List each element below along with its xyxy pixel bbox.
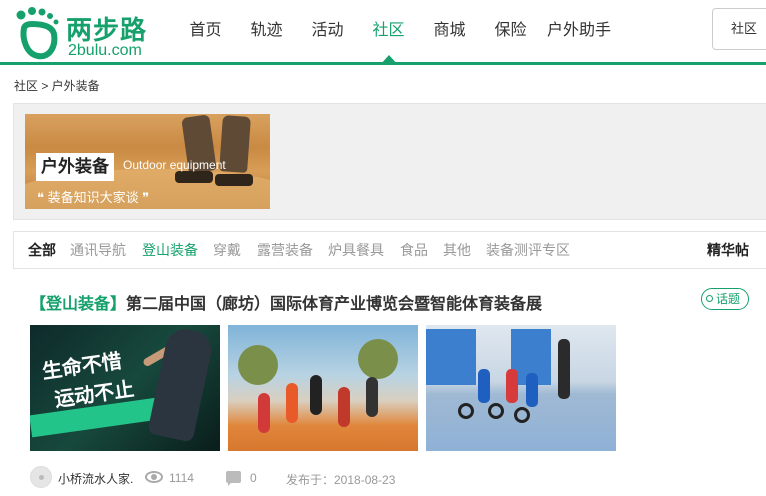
- tab-navigation[interactable]: 通讯导航: [70, 232, 126, 268]
- tab-camping-gear[interactable]: 露营装备: [257, 232, 313, 268]
- child-figure-graphic: [478, 369, 490, 403]
- banner-title: 户外装备: [36, 153, 114, 181]
- main-nav: 首页 轨迹 活动 社区 商城 保险 户外助手: [175, 0, 617, 65]
- post-title-text[interactable]: 第二届中国（廊坊）国际体育产业博览会暨智能体育装备展: [126, 296, 542, 313]
- banner-english-title: Outdoor equipment: [123, 158, 226, 172]
- site-logo[interactable]: 两步路 2bulu.com: [12, 4, 157, 60]
- eye-icon: [145, 471, 163, 483]
- footprint-logo-icon: [16, 7, 59, 60]
- post-category-tag[interactable]: 【登山装备】: [30, 296, 126, 313]
- adult-figure-graphic: [558, 339, 570, 399]
- child-figure-graphic: [366, 377, 378, 417]
- bike-wheel-graphic: [514, 407, 530, 423]
- athlete-figure-graphic: [147, 325, 215, 443]
- nav-home[interactable]: 首页: [175, 0, 236, 62]
- nav-community[interactable]: 社区: [358, 0, 419, 65]
- category-tabs: 全部 通讯导航 登山装备 穿戴 露营装备 炉具餐具 食品 其他 装备测评专区 精…: [13, 231, 766, 269]
- post-title[interactable]: 【登山装备】第二届中国（廊坊）国际体育产业博览会暨智能体育装备展: [30, 290, 542, 314]
- post-thumbnail[interactable]: [426, 325, 616, 451]
- post-meta: 小桥流水人家. 1114 0 发布于：2018-08-23: [30, 466, 430, 488]
- nav-outdoor-assistant[interactable]: 户外助手: [541, 0, 617, 62]
- post-thumbnail[interactable]: [228, 325, 418, 451]
- banner-container: 户外装备 Outdoor equipment ❝ 装备知识大家谈 ❞: [13, 103, 766, 220]
- nav-tracks[interactable]: 轨迹: [236, 0, 297, 62]
- child-figure-graphic: [526, 373, 538, 407]
- tree-graphic: [238, 345, 278, 385]
- child-figure-graphic: [338, 387, 350, 427]
- banner-boot-sole: [175, 171, 213, 183]
- breadcrumb[interactable]: 社区 > 户外装备: [14, 77, 100, 94]
- nav-community-label: 社区: [372, 22, 405, 39]
- topic-badge-label: 话题: [716, 292, 741, 306]
- comment-count: 0: [250, 471, 257, 485]
- nav-insurance[interactable]: 保险: [480, 0, 541, 62]
- site-header: 两步路 2bulu.com 首页 轨迹 活动 社区 商城 保险 户外助手 社区: [0, 0, 766, 65]
- tab-wear[interactable]: 穿戴: [213, 232, 241, 268]
- tab-climbing-gear[interactable]: 登山装备: [142, 232, 198, 268]
- child-figure-graphic: [286, 383, 298, 423]
- tab-all[interactable]: 全部: [28, 232, 56, 268]
- logo-domain-text: 2bulu.com: [68, 42, 142, 59]
- publish-date: 发布于：2018-08-23: [286, 473, 396, 487]
- topic-dot-icon: [706, 295, 713, 302]
- tab-featured-posts[interactable]: 精华帖: [707, 232, 749, 268]
- bike-wheel-graphic: [458, 403, 474, 419]
- nav-mall[interactable]: 商城: [419, 0, 480, 62]
- tab-cookware[interactable]: 炉具餐具: [328, 232, 384, 268]
- header-divider: [0, 62, 766, 65]
- comment-icon: [226, 471, 241, 486]
- author-name[interactable]: 小桥流水人家.: [58, 470, 133, 487]
- category-banner: 户外装备 Outdoor equipment ❝ 装备知识大家谈 ❞: [25, 114, 270, 209]
- topic-badge[interactable]: 话题: [701, 288, 749, 310]
- exhibit-panel-graphic: [426, 329, 476, 385]
- bike-wheel-graphic: [488, 403, 504, 419]
- nav-events[interactable]: 活动: [297, 0, 358, 62]
- author-avatar[interactable]: [30, 466, 52, 488]
- tab-food[interactable]: 食品: [400, 232, 428, 268]
- child-figure-graphic: [506, 369, 518, 403]
- view-count: 1114: [169, 471, 194, 485]
- child-figure-graphic: [310, 375, 322, 415]
- post-thumbnail[interactable]: 生命不惜 运动不止: [30, 325, 220, 451]
- search-scope-select[interactable]: 社区: [712, 8, 766, 50]
- banner-slogan: ❝ 装备知识大家谈 ❞: [37, 190, 150, 205]
- tab-other[interactable]: 其他: [443, 232, 471, 268]
- child-figure-graphic: [258, 393, 270, 433]
- tree-graphic: [358, 339, 398, 379]
- banner-boot-sole: [215, 174, 253, 186]
- tab-gear-reviews[interactable]: 装备测评专区: [486, 232, 570, 268]
